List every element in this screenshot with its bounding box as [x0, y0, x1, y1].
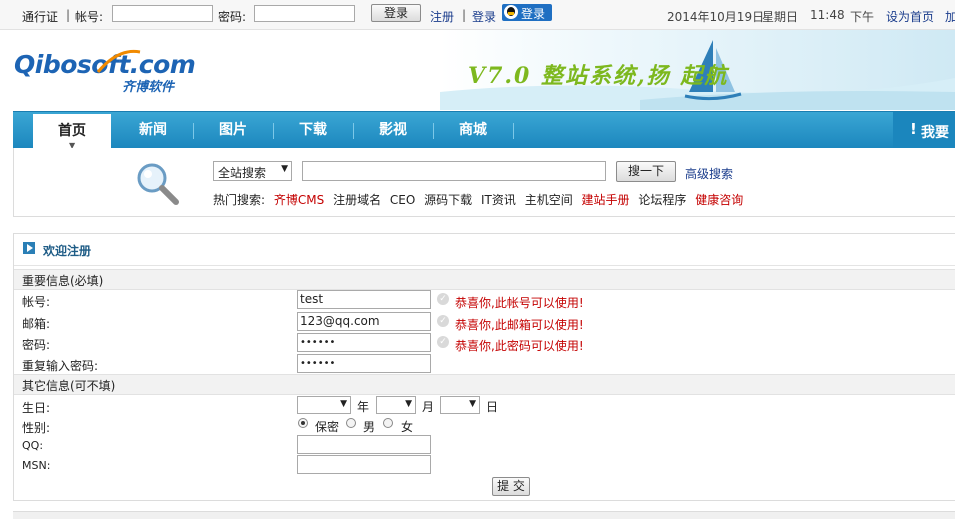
dropdown-arrow-icon: ▼ [405, 399, 412, 409]
login-link[interactable]: 登录 [472, 8, 496, 25]
check-icon: ✓ [437, 315, 449, 327]
dropdown-arrow-icon: ▼ [340, 399, 347, 409]
gender-radio-female[interactable] [383, 418, 393, 428]
register-panel: 欢迎注册 重要信息(必填) 帐号: test ✓ 恭喜你,此帐号可以使用! 邮箱… [13, 233, 955, 501]
section-required-label: 重要信息(必填) [22, 274, 104, 288]
hot-search-item[interactable]: 主机空间 [525, 193, 573, 207]
email-field[interactable]: 123@qq.com [297, 312, 431, 331]
account-field[interactable]: test [297, 290, 431, 309]
nav-label: 首页 [58, 123, 86, 139]
favorite-link[interactable]: 加 [945, 8, 955, 25]
divider: | [66, 8, 71, 22]
nav-item-news[interactable]: 新闻 [113, 112, 193, 149]
nav-item-downloads[interactable]: 下载 [273, 112, 353, 149]
hot-search-label: 热门搜索: [213, 193, 266, 207]
hot-search-item[interactable]: 源码下载 [424, 193, 472, 207]
panel-title: 欢迎注册 [43, 244, 92, 258]
submit-button[interactable]: 提 交 [492, 477, 530, 496]
login-button[interactable]: 登录 [371, 4, 421, 22]
nav-item-video[interactable]: 影视 [353, 112, 433, 149]
check-icon: ✓ [437, 336, 449, 348]
nav-item-shop[interactable]: 商城 [433, 112, 513, 149]
qq-field[interactable] [297, 435, 431, 454]
divider: | [462, 8, 467, 22]
repeat-password-label: 重复输入密码: [22, 359, 99, 373]
account-label: 帐号: [22, 295, 51, 309]
nav-right-box[interactable]: ! 我要 [893, 112, 955, 149]
nav-item-images[interactable]: 图片 [193, 112, 273, 149]
alert-icon: ! [910, 120, 917, 138]
gender-option-label: 保密 [315, 420, 340, 434]
section-optional-label: 其它信息(可不填) [22, 379, 116, 393]
nav-right-link: 我要 [921, 125, 949, 141]
gender-radio-male[interactable] [346, 418, 356, 428]
panel-header: 欢迎注册 [14, 234, 955, 266]
password-label: 密码: [218, 10, 247, 24]
year-label: 年 [357, 400, 370, 414]
gender-option-label: 女 [401, 420, 414, 434]
hot-search-item[interactable]: IT资讯 [481, 193, 516, 207]
advanced-search-link[interactable]: 高级搜索 [685, 165, 733, 182]
birthday-label: 生日: [22, 401, 51, 415]
email-ok-message: 恭喜你,此邮箱可以使用! [455, 318, 584, 332]
section-required: 重要信息(必填) [14, 269, 955, 290]
hot-search-item[interactable]: 注册域名 [333, 193, 381, 207]
weekday: 星期日 [762, 10, 799, 24]
birth-month-select[interactable]: ▼ [376, 396, 416, 414]
password-field[interactable]: •••••• [297, 333, 431, 352]
email-label: 邮箱: [22, 317, 51, 331]
msn-label: MSN: [22, 459, 51, 472]
nav-item-home[interactable]: 首页 ▼ [33, 114, 111, 150]
repeat-password-field[interactable]: •••••• [297, 354, 431, 373]
search-button[interactable]: 搜一下 [616, 161, 676, 182]
main-nav: 首页 ▼ 新闻 图片 下载 影视 商城 ! 我要 [13, 111, 955, 150]
day-label: 日 [486, 400, 499, 414]
section-optional: 其它信息(可不填) [14, 374, 955, 395]
password-ok-message: 恭喜你,此密码可以使用! [455, 339, 584, 353]
gender-label: 性别: [22, 421, 51, 435]
am-pm: 下午 [850, 10, 875, 24]
passport-label: 通行证 [22, 10, 59, 24]
search-scope-value: 全站搜索 [218, 166, 267, 180]
hot-search-item[interactable]: 论坛程序 [638, 193, 686, 207]
gender-option-label: 男 [363, 420, 376, 434]
logo-swoosh-icon [96, 49, 141, 73]
play-arrow-icon [23, 242, 35, 254]
password-input[interactable] [254, 5, 355, 22]
gender-radio-secret[interactable] [298, 418, 308, 428]
register-link[interactable]: 注册 [430, 8, 454, 25]
qq-login-button[interactable]: 登录 [502, 4, 552, 21]
account-ok-message: 恭喜你,此帐号可以使用! [455, 296, 584, 310]
qq-login-label: 登录 [521, 7, 546, 21]
time: 11:48 [810, 8, 845, 22]
birth-year-select[interactable]: ▼ [297, 396, 351, 414]
top-bar: 通行证 | 帐号: 密码: 登录 注册 | 登录 登录 2014年10月19日 … [0, 0, 955, 30]
check-icon: ✓ [437, 293, 449, 305]
hot-search: 热门搜索: 齐博CMS 注册域名 CEO 源码下载 IT资讯 主机空间 建站手册… [213, 191, 748, 208]
hot-search-item[interactable]: 齐博CMS [274, 193, 324, 207]
search-scope-select[interactable]: 全站搜索 ▼ [213, 161, 292, 181]
hot-search-item[interactable]: 健康咨询 [695, 193, 743, 207]
msn-field[interactable] [297, 455, 431, 474]
set-home-link[interactable]: 设为首页 [886, 8, 934, 25]
nav-divider [513, 123, 514, 139]
password-label: 密码: [22, 338, 51, 352]
account-input[interactable] [112, 5, 213, 22]
search-input[interactable] [302, 161, 606, 181]
logo-subtitle: 齐博软件 [122, 80, 175, 95]
birth-day-select[interactable]: ▼ [440, 396, 480, 414]
hot-search-item[interactable]: 建站手册 [582, 193, 630, 207]
slogan: V7.0 整站系统,扬 起航 [468, 63, 729, 89]
dropdown-arrow-icon: ▼ [469, 399, 476, 409]
magnifier-icon [137, 163, 179, 205]
month-label: 月 [422, 400, 435, 414]
account-label: 帐号: [75, 10, 104, 24]
qq-label: QQ: [22, 439, 44, 452]
date: 2014年10月19日 [667, 10, 765, 24]
hot-search-item[interactable]: CEO [390, 193, 415, 207]
dropdown-arrow-icon: ▼ [281, 164, 288, 174]
qq-penguin-icon [504, 5, 518, 19]
